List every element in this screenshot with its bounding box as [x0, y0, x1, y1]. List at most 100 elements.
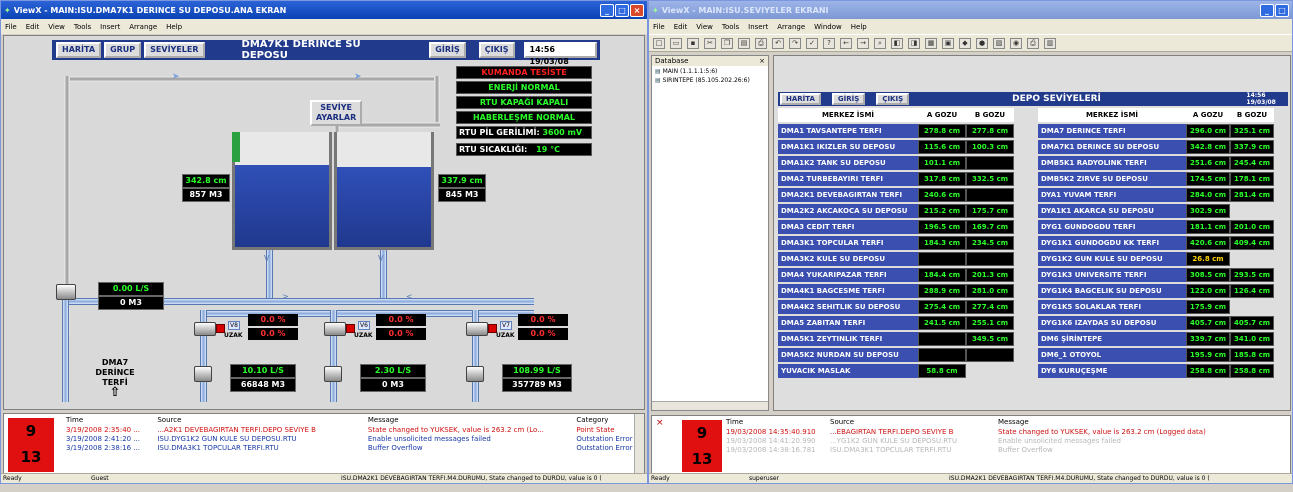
table-row[interactable]: DMA4K1 BAGCESME TERFI 288.9 cm 281.0 cm [778, 284, 1014, 298]
menu-help[interactable]: Help [851, 23, 867, 31]
table-row[interactable]: DMA2K2 AKCAKOCA SU DEPOSU 215.2 cm 175.7 c… [778, 204, 1014, 218]
print-icon[interactable]: ⎙ [755, 37, 767, 49]
table-row[interactable]: DYG1K4 BAGCELIK SU DEPOSU 122.0 cm 126.4 c… [1038, 284, 1274, 298]
database-item[interactable]: ▤ SIRINTEPE (85.105.202.26:6) [652, 77, 768, 84]
login-button[interactable]: GİRİŞ [831, 93, 866, 105]
dma7-link[interactable]: DMA7 DERİNCE TERFİ ⇧ [90, 358, 140, 399]
outlet-2-meter[interactable] [324, 366, 342, 382]
table-row[interactable]: DMA4 YUKARIPAZAR TERFI 184.4 cm 201.3 cm [778, 268, 1014, 282]
menu-view[interactable]: View [48, 23, 65, 31]
forward-icon[interactable]: → [857, 37, 869, 49]
copy-icon[interactable]: ❐ [721, 37, 733, 49]
menu-edit[interactable]: Edit [26, 23, 40, 31]
maximize-button[interactable]: □ [1275, 3, 1289, 17]
table-row[interactable]: DMA7 DERINCE TERFI 296.0 cm 325.1 cm [1038, 124, 1274, 138]
outlet-1-meter[interactable] [194, 366, 212, 382]
cut-icon[interactable]: ✂ [704, 37, 716, 49]
col-category[interactable]: Category [576, 416, 636, 424]
event-row[interactable]: 3/19/2008 2:38:16 ... ISU.DMA3K1 TOPCULA… [66, 444, 636, 453]
tool-icon[interactable]: ◧ [891, 37, 903, 49]
menu-file[interactable]: File [653, 23, 665, 31]
maximize-button[interactable]: □ [615, 3, 629, 17]
table-row[interactable]: DMA1 TAVSANTEPE TERFI 278.8 cm 277.8 cm [778, 124, 1014, 138]
database-item[interactable]: ▤ MAIN (1.1.1.1:5:6) [652, 66, 768, 77]
tool-icon[interactable]: ◨ [908, 37, 920, 49]
col-message[interactable]: Message [368, 416, 577, 424]
col-source[interactable]: Source [157, 416, 368, 424]
valve-v8[interactable] [194, 322, 216, 336]
nav-harita-button[interactable]: HARİTA [56, 42, 102, 58]
outlet-3-meter[interactable] [466, 366, 484, 382]
event-row[interactable]: 3/19/2008 2:41:20 ... ISU.DYG1K2 GUN KUL… [66, 435, 636, 444]
menu-window[interactable]: Window [814, 23, 842, 31]
table-row[interactable]: DYG1 GUNDOGDU TERFI 181.1 cm 201.0 cm [1038, 220, 1274, 234]
left-titlebar[interactable]: ✦ ViewX - MAIN:ISU.DMA7K1 DERINCE SU DEP… [1, 1, 647, 19]
table-row[interactable]: DYA1 YUVAM TERFI 284.0 cm 281.4 cm [1038, 188, 1274, 202]
col-message[interactable]: Message [998, 418, 1278, 426]
menu-arrange[interactable]: Arrange [777, 23, 805, 31]
table-row[interactable]: DY6 KURUÇEŞME 258.8 cm 258.8 cm [1038, 364, 1274, 378]
table-row[interactable]: DYA1K1 AKARCA SU DEPOSU 302.9 cm [1038, 204, 1274, 218]
close-icon[interactable]: × [656, 418, 664, 428]
menu-arrange[interactable]: Arrange [129, 23, 157, 31]
table-row[interactable]: DYG1K3 UNIVERSITE TERFI 308.5 cm 293.5 cm [1038, 268, 1274, 282]
right-titlebar[interactable]: ✦ ViewX - MAIN:ISU.SEVIYELER EKRANI _ □ [649, 1, 1292, 19]
table-row[interactable]: DM6 ŞİRİNTEPE 339.7 cm 341.0 cm [1038, 332, 1274, 346]
nav-seviyeler-button[interactable]: SEVİYELER [144, 42, 205, 58]
table-row[interactable]: DMA5K2 NURDAN SU DEPOSU [778, 348, 1014, 362]
tool-icon[interactable]: ◉ [1010, 37, 1022, 49]
undo-icon[interactable]: ↶ [772, 37, 784, 49]
valve-v7[interactable] [466, 322, 488, 336]
col-time[interactable]: Time [66, 416, 157, 424]
tool-icon[interactable]: ▥ [1044, 37, 1056, 49]
minimize-button[interactable]: _ [600, 3, 614, 17]
table-row[interactable]: DMA3 CEDIT TERFI 196.5 cm 169.7 cm [778, 220, 1014, 234]
help-icon[interactable]: ? [823, 37, 835, 49]
logout-button[interactable]: ÇIKIŞ [478, 42, 515, 58]
event-row[interactable]: 19/03/2008 14:41:20.990 ...YG1K2 GUN KUL… [726, 437, 1286, 446]
nav-harita-button[interactable]: HARİTA [780, 93, 821, 105]
table-row[interactable]: DYG1K1 GUNDOGDU KK TERFI 420.6 cm 409.4 cm [1038, 236, 1274, 250]
paste-icon[interactable]: ▤ [738, 37, 750, 49]
table-row[interactable]: DYG1K6 IZAYDAS SU DEPOSU 405.7 cm 405.7 cm [1038, 316, 1274, 330]
table-row[interactable]: DYG1K5 SOLAKLAR TERFI 175.9 cm [1038, 300, 1274, 314]
inlet-flow-meter[interactable] [56, 284, 76, 300]
tool-icon[interactable]: ▦ [925, 37, 937, 49]
tool-icon[interactable]: ▣ [942, 37, 954, 49]
table-row[interactable]: DMA2K1 DEVEBAGIRTAN TERFI 240.6 cm [778, 188, 1014, 202]
event-row[interactable]: 19/03/2008 14:35:40.910 ...EBAGIRTAN TER… [726, 428, 1286, 437]
close-button[interactable]: × [630, 3, 644, 17]
table-row[interactable]: DMA5 ZABITAN TERFI 241.5 cm 255.1 cm [778, 316, 1014, 330]
event-scrollbar[interactable] [634, 414, 644, 474]
table-row[interactable]: DMB5K1 RADYOLINK TERFI 251.6 cm 245.4 cm [1038, 156, 1274, 170]
menu-edit[interactable]: Edit [674, 23, 688, 31]
zoom-icon[interactable]: ⌕ [874, 37, 886, 49]
table-row[interactable]: DMA4K2 SEHITLIK SU DEPOSU 275.4 cm 277.4 c… [778, 300, 1014, 314]
tool-icon[interactable]: ▧ [993, 37, 1005, 49]
database-hscroll[interactable] [652, 401, 768, 410]
event-row[interactable]: 19/03/2008 14:38:16.781 ISU.DMA3K1 TOPCU… [726, 446, 1286, 455]
table-row[interactable]: DMB5K2 ZIRVE SU DEPOSU 174.5 cm 178.1 cm [1038, 172, 1274, 186]
nav-grup-button[interactable]: GRUP [104, 42, 142, 58]
open-icon[interactable]: ▭ [670, 37, 682, 49]
tool-icon[interactable]: ⎙ [1027, 37, 1039, 49]
redo-icon[interactable]: ↷ [789, 37, 801, 49]
back-icon[interactable]: ← [840, 37, 852, 49]
minimize-button[interactable]: _ [1260, 3, 1274, 17]
table-row[interactable]: DMA3K1 TOPCULAR TERFI 184.3 cm 234.5 cm [778, 236, 1014, 250]
menu-help[interactable]: Help [166, 23, 182, 31]
menu-tools[interactable]: Tools [722, 23, 739, 31]
seviye-ayarlar-button[interactable]: SEVİYE AYARLAR [310, 100, 363, 126]
table-row[interactable]: DMA2 TURBEBAYIRI TERFI 317.8 cm 332.5 cm [778, 172, 1014, 186]
valve-v6[interactable] [324, 322, 346, 336]
menu-file[interactable]: File [5, 23, 17, 31]
login-button[interactable]: GİRİŞ [429, 42, 466, 58]
table-row[interactable]: DMA1K2 TANK SU DEPOSU 101.1 cm [778, 156, 1014, 170]
event-row[interactable]: 3/19/2008 2:35:40 ... ...A2K1 DEVEBAGIRT… [66, 426, 636, 435]
table-row[interactable]: DYG1K2 GUN KULE SU DEPOSU 26.8 cm [1038, 252, 1274, 266]
logout-button[interactable]: ÇIKIŞ [876, 93, 910, 105]
close-icon[interactable]: × [759, 57, 765, 65]
table-row[interactable]: DMA1K1 IKIZLER SU DEPOSU 115.6 cm 100.3 cm [778, 140, 1014, 154]
table-row[interactable]: DMA7K1 DERINCE SU DEPOSU 342.8 cm 337.9 cm [1038, 140, 1274, 154]
menu-view[interactable]: View [696, 23, 713, 31]
